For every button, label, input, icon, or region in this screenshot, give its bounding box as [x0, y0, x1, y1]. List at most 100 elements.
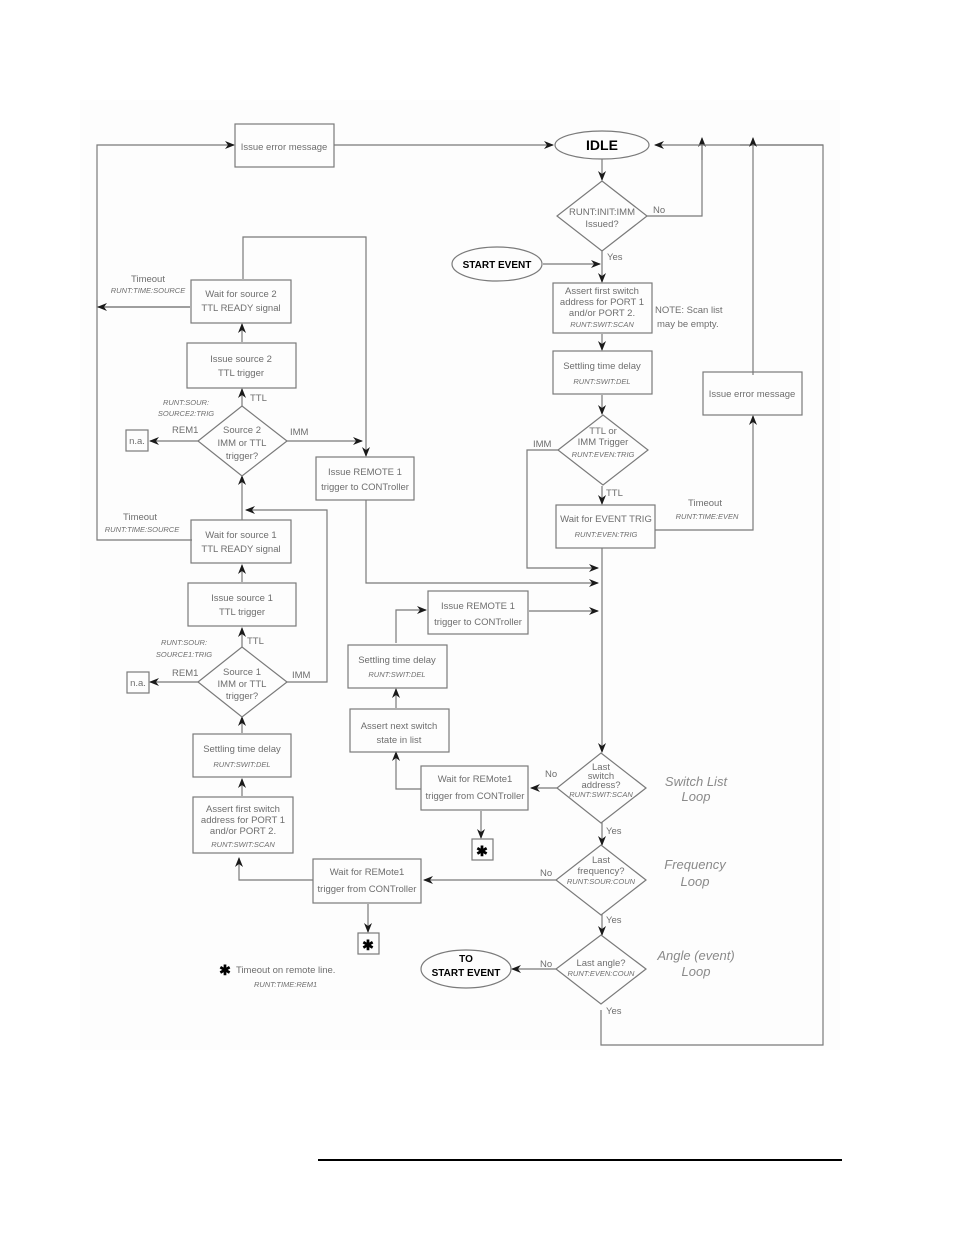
- svg-text:Assert first switch: Assert first switch: [206, 804, 280, 815]
- connector-remote1-upper-out: [365, 500, 599, 587]
- svg-text:Last: Last: [592, 855, 610, 866]
- svg-text:n.a.: n.a.: [130, 678, 146, 689]
- svg-text:RUNT:EVEN:TRIG: RUNT:EVEN:TRIG: [575, 530, 638, 539]
- svg-text:and/or PORT 2.: and/or PORT 2.: [569, 308, 635, 319]
- asterisk-box-low: ✱: [357, 932, 380, 955]
- timeout-even-label: Timeout: [688, 498, 722, 509]
- box-na-source1: n.a.: [126, 671, 150, 694]
- src2-ttl-label: TTL: [250, 393, 267, 404]
- src2-cmd-line1: RUNT:SOUR:: [163, 398, 209, 407]
- footnote-text: Timeout on remote line.: [236, 965, 335, 976]
- svg-text:Issue source 1: Issue source 1: [211, 593, 273, 604]
- svg-text:Assert next switch: Assert next switch: [361, 721, 438, 732]
- box-assert-first-right: Assert first switch address for PORT 1 a…: [552, 282, 653, 334]
- svg-text:Settling time delay: Settling time delay: [358, 655, 436, 666]
- decision-switch: Last switch address? RUNT:SWIT:SCAN: [556, 752, 647, 824]
- svg-text:trigger to CONTroller: trigger to CONTroller: [434, 617, 522, 628]
- loop-label-freq-line2: Loop: [681, 874, 710, 889]
- src1-imm-label: IMM: [292, 670, 311, 681]
- svg-text:Settling time delay: Settling time delay: [203, 744, 281, 755]
- box-issue-source1: Issue source 1 TTL trigger: [187, 582, 297, 627]
- box-settling-mid: Settling time delay RUNT:SWIT:DEL: [347, 644, 448, 689]
- flowchart-page: IDLE START EVENT TO START EVENT Issue er…: [0, 0, 954, 1235]
- src1-ttl-label: TTL: [247, 636, 264, 647]
- svg-text:TTL trigger: TTL trigger: [218, 368, 264, 379]
- box-assert-first-left: Assert first switch address for PORT 1 a…: [192, 796, 294, 854]
- svg-text:Issue source 2: Issue source 2: [210, 354, 272, 365]
- svg-text:trigger?: trigger?: [226, 451, 258, 462]
- decision-init: RUNT:INIT:IMM Issued?: [556, 180, 648, 252]
- svg-text:Issue error message: Issue error message: [709, 389, 796, 400]
- box-wait-source2: Wait for source 2 TTL READY signal: [190, 279, 292, 324]
- box-wait-source1: Wait for source 1 TTL READY signal: [190, 519, 292, 564]
- svg-text:IMM Trigger: IMM Trigger: [578, 437, 629, 448]
- box-top-error: Issue error message: [234, 123, 335, 168]
- svg-text:Assert first switch: Assert first switch: [565, 286, 639, 297]
- svg-text:IMM or TTL: IMM or TTL: [218, 679, 267, 690]
- svg-text:START EVENT: START EVENT: [463, 260, 532, 271]
- svg-text:address for PORT 1: address for PORT 1: [201, 815, 285, 826]
- footer-rule: [318, 1159, 842, 1161]
- connector-right-outer: [600, 144, 824, 1046]
- svg-text:RUNT:SWIT:SCAN: RUNT:SWIT:SCAN: [570, 320, 634, 329]
- connector-wait-mid-left: [392, 751, 421, 790]
- event-ttl-label: TTL: [606, 488, 623, 499]
- init-yes-label: Yes: [607, 252, 623, 263]
- box-settling-right: Settling time delay RUNT:SWIT:DEL: [552, 350, 653, 395]
- connector-timeout-src1: [96, 300, 192, 541]
- box-issue-source2: Issue source 2 TTL trigger: [186, 342, 297, 389]
- src2-rem1-label: REM1: [172, 425, 198, 436]
- init-no-label: No: [653, 205, 665, 216]
- loop-label-switch-line1: Switch List: [665, 774, 729, 789]
- switch-yes-label: Yes: [606, 826, 622, 837]
- flowchart: IDLE START EVENT TO START EVENT Issue er…: [96, 123, 824, 1046]
- svg-text:and/or PORT 2.: and/or PORT 2.: [210, 826, 276, 837]
- timeout-src2-label: Timeout: [131, 274, 165, 285]
- freq-yes-label: Yes: [606, 915, 622, 926]
- src1-cmd-line1: RUNT:SOUR:: [161, 638, 207, 647]
- box-wait-rem-mid: Wait for REMote1 trigger from CONTroller: [420, 765, 529, 811]
- svg-text:trigger?: trigger?: [226, 691, 258, 702]
- note-line2: may be empty.: [657, 319, 719, 330]
- svg-text:RUNT:SWIT:DEL: RUNT:SWIT:DEL: [213, 760, 270, 769]
- box-remote1-upper: Issue REMOTE 1 trigger to CONTroller: [315, 456, 415, 501]
- box-settling-left: Settling time delay RUNT:SWIT:DEL: [192, 733, 292, 778]
- angle-yes-label: Yes: [606, 1006, 622, 1017]
- svg-text:n.a.: n.a.: [129, 436, 145, 447]
- svg-text:IMM or TTL: IMM or TTL: [218, 438, 267, 449]
- loop-label-switch-line2: Loop: [682, 789, 711, 804]
- terminal-to-start-event: TO START EVENT: [420, 949, 512, 989]
- svg-text:Source 2: Source 2: [223, 425, 261, 436]
- svg-text:Source 1: Source 1: [223, 667, 261, 678]
- svg-text:trigger to CONTroller: trigger to CONTroller: [321, 482, 409, 493]
- box-right-error: Issue error message: [702, 371, 803, 416]
- svg-text:TTL or: TTL or: [589, 426, 617, 437]
- svg-text:TTL trigger: TTL trigger: [219, 607, 265, 618]
- decision-event-trig: TTL or IMM Trigger RUNT:EVEN:TRIG: [557, 414, 649, 486]
- svg-text:TTL READY signal: TTL READY signal: [201, 544, 280, 555]
- loop-label-angle-line1: Angle (event): [656, 948, 734, 963]
- loop-label-angle-line2: Loop: [682, 964, 711, 979]
- asterisk-icon: ✱: [362, 937, 374, 953]
- svg-text:trigger from CONTroller: trigger from CONTroller: [426, 791, 525, 802]
- src1-rem1-label: REM1: [172, 668, 198, 679]
- svg-text:RUNT:SOUR:COUN: RUNT:SOUR:COUN: [567, 877, 636, 886]
- loop-label-freq-line1: Frequency: [664, 857, 727, 872]
- svg-text:IDLE: IDLE: [586, 137, 618, 153]
- connector-trig-imm: [526, 449, 599, 572]
- asterisk-icon: ✱: [476, 843, 488, 859]
- connector-src2-loop: [242, 236, 370, 457]
- svg-text:RUNT:INIT:IMM: RUNT:INIT:IMM: [569, 207, 635, 218]
- svg-text:trigger from CONTroller: trigger from CONTroller: [318, 884, 417, 895]
- svg-text:Wait for source 1: Wait for source 1: [205, 530, 276, 541]
- svg-text:Last angle?: Last angle?: [576, 958, 625, 969]
- switch-no-label: No: [545, 769, 557, 780]
- svg-text:Issue error message: Issue error message: [241, 142, 328, 153]
- svg-text:frequency?: frequency?: [577, 866, 624, 877]
- terminal-idle: IDLE: [554, 130, 650, 160]
- svg-text:RUNT:SWIT:DEL: RUNT:SWIT:DEL: [573, 377, 630, 386]
- svg-text:Issued?: Issued?: [585, 219, 618, 230]
- timeout-even-cmd: RUNT:TIME:EVEN: [676, 512, 739, 521]
- timeout-src2-cmd: RUNT:TIME:SOURCE: [111, 286, 186, 295]
- event-imm-label: IMM: [533, 439, 552, 450]
